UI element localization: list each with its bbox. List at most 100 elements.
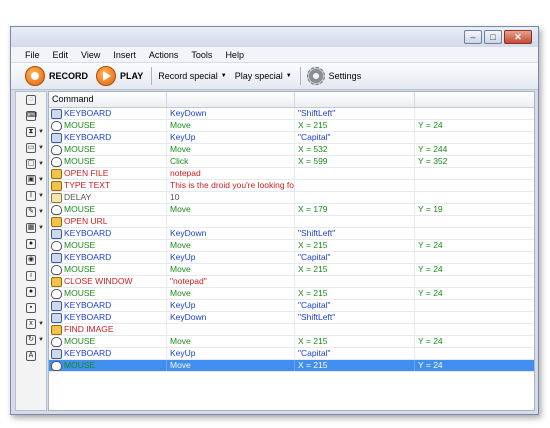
table-row[interactable]: MOUSE Move X = 179 Y = 19 xyxy=(49,204,534,216)
param-y-cell: Y = 24 xyxy=(418,240,443,250)
column-header-2[interactable] xyxy=(167,92,295,107)
settings-label: Settings xyxy=(328,71,362,81)
chevron-down-icon[interactable]: ▼ xyxy=(38,177,44,183)
command-cell: MOUSE xyxy=(49,120,167,131)
command-cell: KEYBOARD xyxy=(49,228,167,239)
sidebar-item-globe[interactable]: ● xyxy=(16,284,46,300)
action-cell: KeyDown xyxy=(167,228,295,239)
chevron-down-icon[interactable]: ▼ xyxy=(38,193,44,199)
pencil-icon: ✎ xyxy=(26,207,36,217)
text-icon: I xyxy=(26,191,36,201)
table-row[interactable]: KEYBOARD KeyDown "ShiftLeft" xyxy=(49,108,534,120)
command-cell: KEYBOARD xyxy=(49,300,167,311)
action-cell: KeyDown xyxy=(167,108,295,119)
sidebar-item-window-group[interactable]: ▣ ▼ xyxy=(16,172,46,188)
param-y-cell xyxy=(415,300,534,311)
table-row[interactable]: CLOSE WINDOW "notepad" xyxy=(49,276,534,288)
chevron-down-icon[interactable]: ▼ xyxy=(38,145,44,151)
sidebar-item-delay[interactable]: ⧗ ▼ xyxy=(16,124,46,140)
table-row[interactable]: MOUSE Click X = 599 Y = 352 xyxy=(49,156,534,168)
param-x-cell: "Capital" xyxy=(295,348,415,359)
param-y-cell xyxy=(415,132,534,143)
table-row[interactable]: TYPE TEXT This is the droid you're lookin… xyxy=(49,180,534,192)
chevron-down-icon[interactable]: ▼ xyxy=(38,337,44,343)
sidebar-item-image[interactable]: ▦ ▼ xyxy=(16,220,46,236)
sidebar-item-variable[interactable]: x ▼ xyxy=(16,316,46,332)
param-x-cell xyxy=(295,180,415,191)
table-row[interactable]: KEYBOARD KeyUp "Capital" xyxy=(49,132,534,144)
table-row[interactable]: MOUSE Move X = 215 Y = 24 xyxy=(49,360,534,372)
table-row[interactable]: KEYBOARD KeyUp "Capital" xyxy=(49,348,534,360)
sidebar-item-loop[interactable]: ↻ ▼ xyxy=(16,332,46,348)
play-label: PLAY xyxy=(120,71,144,81)
table-row[interactable]: KEYBOARD KeyDown "ShiftLeft" xyxy=(49,312,534,324)
chevron-down-icon[interactable]: ▼ xyxy=(38,321,44,327)
sidebar-item-web[interactable]: ◉ xyxy=(16,252,46,268)
menu-insert[interactable]: Insert xyxy=(113,50,136,60)
table-row[interactable]: FIND IMAGE xyxy=(49,324,534,336)
table-row[interactable]: MOUSE Move X = 532 Y = 244 xyxy=(49,144,534,156)
sidebar-item-pencil[interactable]: ✎ ▼ xyxy=(16,204,46,220)
param-x-cell: "Capital" xyxy=(295,132,415,143)
sidebar-item-keyboard[interactable]: ⌨ xyxy=(16,108,46,124)
table-row[interactable]: MOUSE Move X = 215 Y = 24 xyxy=(49,120,534,132)
table-row[interactable]: MOUSE Move X = 215 Y = 24 xyxy=(49,336,534,348)
table-row[interactable]: MOUSE Move X = 215 Y = 24 xyxy=(49,240,534,252)
chevron-down-icon[interactable]: ▼ xyxy=(38,225,44,231)
command-name: MOUSE xyxy=(64,240,96,250)
table-row[interactable]: DELAY 10 xyxy=(49,192,534,204)
command-cell: MOUSE xyxy=(49,336,167,347)
table-row[interactable]: KEYBOARD KeyDown "ShiftLeft" xyxy=(49,228,534,240)
mouse-command-icon xyxy=(51,156,62,167)
sidebar-item-info[interactable]: i xyxy=(16,268,46,284)
play-button[interactable]: PLAY xyxy=(96,66,143,86)
param-y-cell xyxy=(415,312,534,323)
menu-tools[interactable]: Tools xyxy=(191,50,212,60)
sidebar-item-run[interactable]: ▪ xyxy=(16,300,46,316)
command-cell: CLOSE WINDOW xyxy=(49,276,167,287)
param-y-cell xyxy=(415,252,534,263)
settings-button[interactable]: Settings xyxy=(306,67,362,85)
sidebar-item-font[interactable]: A xyxy=(16,348,46,364)
close-button[interactable]: ✕ xyxy=(504,30,532,44)
toolbar-divider xyxy=(151,67,153,85)
action-cell: Move xyxy=(167,204,295,215)
command-cell: MOUSE xyxy=(49,240,167,251)
chevron-down-icon[interactable]: ▼ xyxy=(38,129,44,135)
table-row[interactable]: MOUSE Move X = 215 Y = 24 xyxy=(49,264,534,276)
sidebar-item-window[interactable]: ▢ ▼ xyxy=(16,156,46,172)
chevron-down-icon[interactable]: ▼ xyxy=(38,209,44,215)
table-row[interactable]: KEYBOARD KeyUp "Capital" xyxy=(49,300,534,312)
maximize-button[interactable]: □ xyxy=(484,30,502,44)
table-row[interactable]: OPEN FILE notepad xyxy=(49,168,534,180)
column-header-4[interactable] xyxy=(415,92,534,107)
table-row[interactable]: OPEN URL xyxy=(49,216,534,228)
menu-view[interactable]: View xyxy=(81,50,100,60)
action-cell: This is the droid you're looking for! xyxy=(167,180,295,191)
record-special-dropdown[interactable]: Record special ▼ xyxy=(158,71,226,81)
column-header-command[interactable]: Command xyxy=(49,92,167,107)
table-row[interactable]: MOUSE Move X = 215 Y = 24 xyxy=(49,288,534,300)
sidebar-item-stop[interactable]: ● xyxy=(16,236,46,252)
menu-actions[interactable]: Actions xyxy=(149,50,179,60)
app-window: – □ ✕ File Edit View Insert Actions Tool… xyxy=(10,26,539,415)
action-cell: Click xyxy=(167,156,295,167)
sidebar-item-open-file[interactable]: ▭ ▼ xyxy=(16,140,46,156)
param-y-cell xyxy=(415,276,534,287)
menu-file[interactable]: File xyxy=(25,50,40,60)
minimize-button[interactable]: – xyxy=(464,30,482,44)
column-header-3[interactable] xyxy=(295,92,415,107)
table-row[interactable]: KEYBOARD KeyUp "Capital" xyxy=(49,252,534,264)
param-y-cell: Y = 24 xyxy=(418,336,443,346)
menu-help[interactable]: Help xyxy=(225,50,244,60)
command-name: KEYBOARD xyxy=(64,228,112,238)
title-bar: – □ ✕ xyxy=(11,27,538,47)
sidebar-item-text[interactable]: I ▼ xyxy=(16,188,46,204)
chevron-down-icon[interactable]: ▼ xyxy=(38,161,44,167)
menu-edit[interactable]: Edit xyxy=(53,50,69,60)
keyboard-command-icon xyxy=(51,348,62,359)
record-button[interactable]: RECORD xyxy=(25,66,88,86)
sidebar-item-mouse[interactable]: ◌ xyxy=(16,92,46,108)
minimize-icon: – xyxy=(470,32,476,42)
play-special-dropdown[interactable]: Play special ▼ xyxy=(235,71,292,81)
